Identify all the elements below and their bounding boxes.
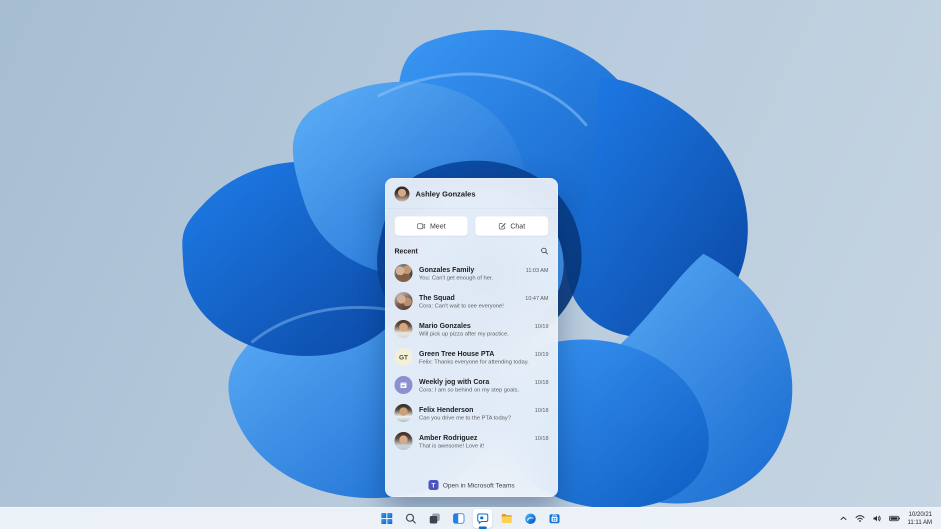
search-icon <box>405 513 416 524</box>
flyout-header: Ashley Gonzales <box>385 179 558 209</box>
teams-logo-icon: T <box>428 480 439 490</box>
chat-list-item[interactable]: Mario Gonzales 10/19 Will pick up pizza … <box>386 315 558 343</box>
user-avatar[interactable] <box>394 186 410 202</box>
chat-list-item[interactable]: GT Green Tree House PTA 10/19 Felix: Tha… <box>386 343 558 371</box>
chat-preview: Cora: I am so behind on my step goals. <box>419 386 520 393</box>
chat-avatar: GT <box>394 348 413 366</box>
taskbar-center-icons <box>377 508 565 529</box>
chat-taskbar-button[interactable] <box>472 509 493 528</box>
chat-button-label: Chat <box>510 222 526 230</box>
chat-preview: Can you drive me to the PTA today? <box>419 414 511 421</box>
store-button[interactable] <box>545 509 565 528</box>
chat-list-item[interactable]: The Squad 10:47 AM Cora: Can't wait to s… <box>386 287 558 315</box>
edge-icon <box>525 513 536 524</box>
chat-avatar <box>394 264 413 282</box>
chat-avatar <box>394 376 413 394</box>
chat-preview: Felix: Thanks everyone for attending tod… <box>419 358 529 365</box>
chat-preview: Cora: Can't wait to see everyone! <box>419 302 504 309</box>
chat-preview: You: Can't get enough of her. <box>419 274 494 281</box>
chat-avatar <box>394 292 413 310</box>
chat-name: Mario Gonzales <box>419 321 471 330</box>
widgets-icon <box>452 513 465 524</box>
volume-icon[interactable] <box>873 515 882 523</box>
calendar-icon <box>400 382 407 388</box>
chat-list: Gonzales Family 11:03 AM You: Can't get … <box>386 258 558 474</box>
user-name: Ashley Gonzales <box>415 189 476 199</box>
start-button[interactable] <box>377 509 397 528</box>
chat-timestamp: 10/19 <box>534 351 549 358</box>
file-explorer-button[interactable] <box>497 509 517 528</box>
chat-avatar <box>394 404 413 422</box>
meet-button[interactable]: Meet <box>394 216 468 236</box>
taskbar-clock[interactable]: 10/20/21 11:11 AM <box>908 511 932 527</box>
recent-row: Recent <box>395 247 549 255</box>
meet-button-label: Meet <box>429 222 446 230</box>
chat-timestamp: 11:03 AM <box>525 267 549 274</box>
open-in-teams-button[interactable]: T Open in Microsoft Teams <box>386 474 558 497</box>
chat-preview: Will pick up pizza after my practice. <box>419 330 509 337</box>
chat-preview: That is awesome! Love it! <box>419 442 485 449</box>
wifi-icon[interactable] <box>855 515 865 523</box>
chat-icon <box>477 513 488 525</box>
chat-timestamp: 10/19 <box>534 323 549 330</box>
chat-list-item[interactable]: Gonzales Family 11:03 AM You: Can't get … <box>386 259 558 287</box>
chat-name: Green Tree House PTA <box>419 349 495 358</box>
store-icon <box>549 514 560 523</box>
chat-avatar <box>394 432 413 450</box>
chat-timestamp: 10/18 <box>534 407 549 414</box>
tray-date: 10/20/21 <box>908 510 932 518</box>
chat-name: The Squad <box>419 293 455 302</box>
action-row: Meet Chat <box>394 216 549 236</box>
chat-timestamp: 10:47 AM <box>525 295 549 302</box>
chat-name: Gonzales Family <box>419 265 475 274</box>
chat-name: Amber Rodriguez <box>419 433 478 442</box>
chevron-up-icon[interactable] <box>840 516 848 522</box>
chat-button[interactable]: Chat <box>475 216 549 236</box>
task-view-button[interactable] <box>425 509 445 528</box>
chat-name: Weekly jog with Cora <box>419 377 490 386</box>
widgets-button[interactable] <box>449 509 469 528</box>
recent-label: Recent <box>394 247 418 255</box>
chat-list-item[interactable]: Weekly jog with Cora 10/18 Cora: I am so… <box>386 371 558 399</box>
search-icon[interactable] <box>541 247 549 255</box>
chat-name: Felix Henderson <box>419 405 474 414</box>
search-button[interactable] <box>401 509 421 528</box>
edge-button[interactable] <box>521 509 541 528</box>
chat-timestamp: 10/18 <box>534 379 549 386</box>
taskbar: 10/20/21 11:11 AM <box>0 507 941 529</box>
tray-time: 11:11 AM <box>907 518 932 526</box>
avatar-initials: GT <box>398 353 409 361</box>
start-icon <box>381 513 392 524</box>
video-camera-icon <box>417 223 426 229</box>
chat-timestamp: 10/18 <box>534 435 549 442</box>
system-tray: 10/20/21 11:11 AM <box>840 508 932 529</box>
open-in-teams-label: Open in Microsoft Teams <box>442 481 515 489</box>
chat-list-item[interactable]: Felix Henderson 10/18 Can you drive me t… <box>386 399 558 427</box>
chat-avatar <box>394 320 413 338</box>
chat-list-item[interactable]: Amber Rodriguez 10/18 That is awesome! L… <box>386 427 558 455</box>
file-explorer-icon <box>501 514 512 523</box>
battery-icon[interactable] <box>889 515 900 522</box>
teams-chat-flyout: Ashley Gonzales Meet Chat Recent Gonzale… <box>385 178 558 497</box>
task-view-icon <box>429 513 440 524</box>
compose-icon <box>498 222 506 230</box>
